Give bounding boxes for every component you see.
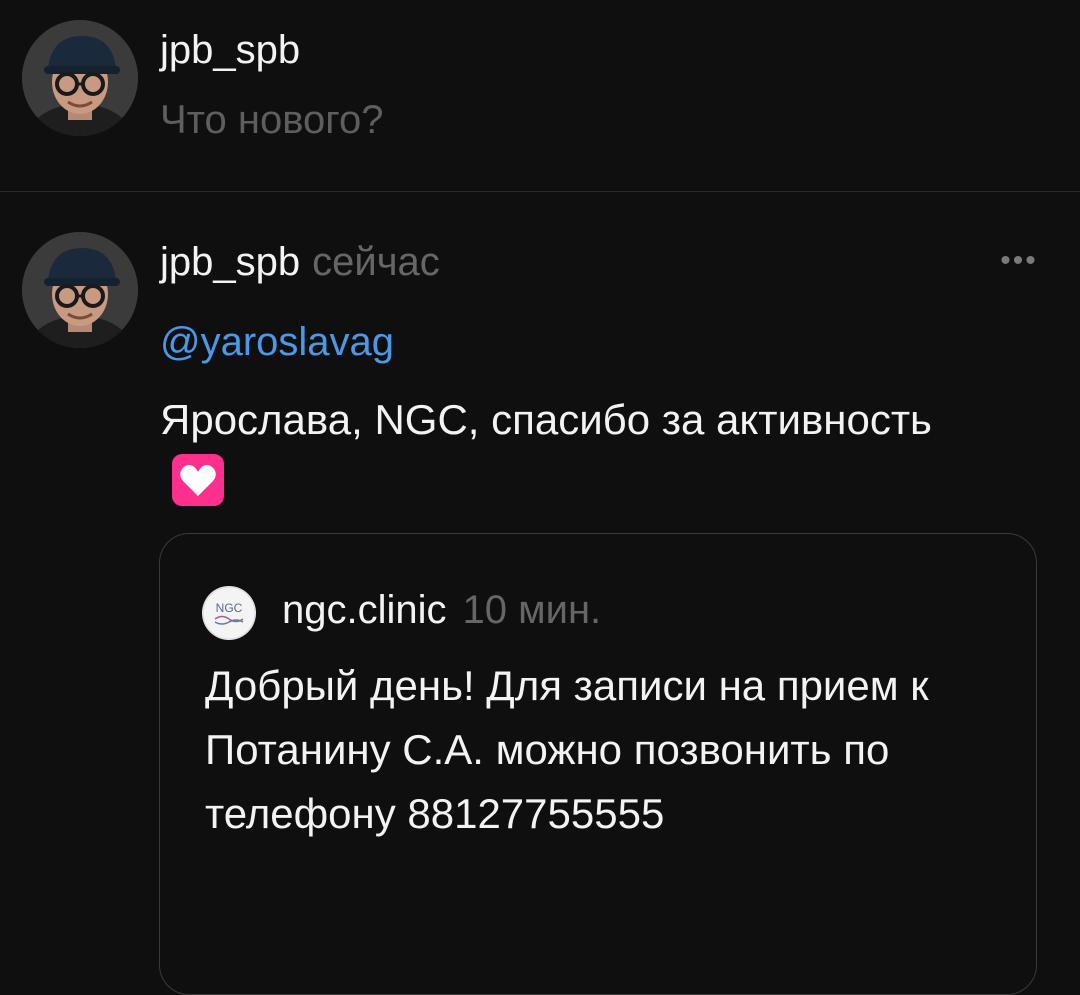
- ngc-logo-icon: NGC: [202, 586, 256, 640]
- ngc-clinic-logo-avatar: NGC: [202, 586, 256, 640]
- quoted-post-card[interactable]: NGC ngc.clinic 10 мин. Добрый день! Для з…: [159, 533, 1037, 995]
- mention-link[interactable]: @yaroslavag: [160, 322, 394, 362]
- composer-avatar[interactable]: [22, 20, 138, 136]
- post-header: jpb_spb сейчас: [160, 242, 440, 282]
- quoted-post-author[interactable]: ngc.clinic: [282, 588, 447, 632]
- composer-username: jpb_spb: [160, 28, 301, 72]
- post-text: Ярослава, NGC, спасибо за активность: [160, 396, 932, 443]
- post-timestamp: сейчас: [312, 240, 440, 284]
- quoted-post-header: ngc.clinic 10 мин.: [282, 590, 601, 630]
- post-author[interactable]: jpb_spb: [160, 240, 300, 284]
- svg-text:NGC: NGC: [216, 601, 243, 615]
- quoted-post-text: Добрый день! Для записи на прием к Потан…: [205, 662, 929, 837]
- ellipsis-icon: •••: [1000, 244, 1038, 277]
- more-options-button[interactable]: •••: [994, 244, 1044, 277]
- post-author-avatar[interactable]: [22, 232, 138, 348]
- divider: [0, 191, 1080, 192]
- post-body: Ярослава, NGC, спасибо за активность: [160, 388, 980, 518]
- person-avatar-icon: [22, 232, 138, 348]
- person-avatar-icon: [22, 20, 138, 136]
- heart-emoji-icon: [170, 452, 226, 508]
- quoted-post-timestamp: 10 мин.: [462, 588, 602, 632]
- composer-input[interactable]: Что нового?: [160, 100, 383, 140]
